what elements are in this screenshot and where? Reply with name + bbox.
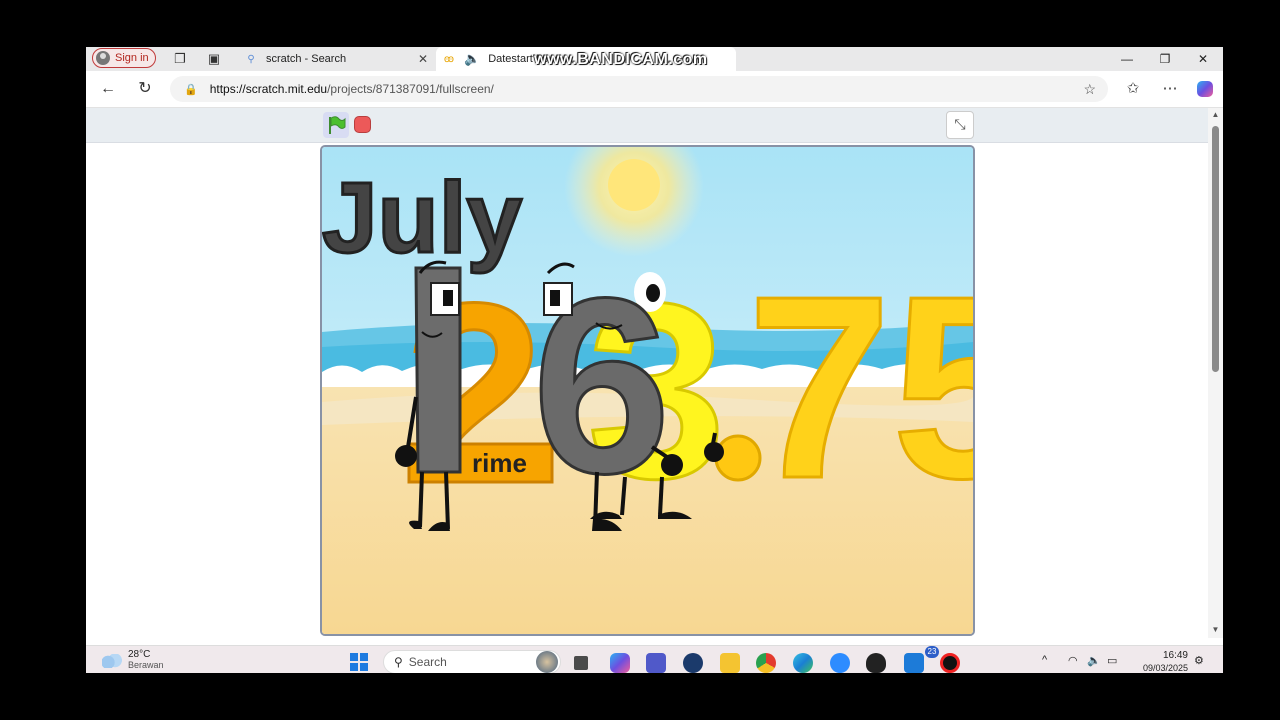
exit-fullscreen-icon[interactable]: ⤡ (946, 111, 974, 139)
url-field[interactable]: 🔒 https://scratch.mit.edu/projects/87138… (170, 76, 1108, 102)
tab-actions-icon[interactable]: ▣ (206, 51, 222, 67)
edge-icon[interactable] (793, 653, 813, 673)
scratch-player-controls: ⤡ (86, 108, 1208, 143)
time: 16:49 (1162, 650, 1188, 661)
windows-taskbar: 28°C Berawan ⚲ Search 23 ^ ◠ 🔈 ▭ 16:49 0… (86, 645, 1223, 673)
green-flag-button[interactable] (323, 112, 349, 138)
teams-icon[interactable] (646, 653, 666, 673)
close-window-icon[interactable]: ✕ (1184, 47, 1222, 71)
mail-icon[interactable] (904, 653, 924, 673)
restore-icon[interactable]: ❐ (1146, 47, 1184, 71)
stop-button[interactable] (354, 116, 371, 133)
mail-badge: 23 (925, 646, 939, 658)
search-icon: ⚲ (394, 655, 403, 669)
volume-icon[interactable]: 🔈 (1087, 654, 1101, 667)
page-scrollbar[interactable]: ▲ ▼ (1208, 108, 1223, 638)
taskbar-search[interactable]: ⚲ Search (383, 650, 561, 673)
sign-in-button[interactable]: Sign in (92, 48, 156, 68)
url-text: https://scratch.mit.edu/projects/8713870… (209, 82, 494, 96)
decimal-digits: 75 (747, 243, 973, 533)
battery-icon[interactable]: ▭ (1107, 654, 1117, 667)
minimize-icon[interactable]: — (1108, 47, 1146, 71)
lock-icon: 🔒 (184, 83, 198, 96)
address-bar-row: ← ↻ 🔒 https://scratch.mit.edu/projects/8… (86, 71, 1223, 108)
profile-icon (96, 51, 110, 65)
weather-widget[interactable]: 28°C Berawan (102, 649, 164, 671)
teamviewer-icon[interactable] (683, 653, 703, 673)
copilot-app-icon[interactable] (610, 653, 630, 673)
clock[interactable]: 16:49 09/03/2025 (1132, 650, 1188, 673)
favorite-star-icon[interactable]: ☆ (1083, 81, 1096, 98)
workspaces-icon[interactable]: ❐ (172, 51, 188, 67)
bandicam-record-icon[interactable] (940, 653, 960, 673)
copilot-icon[interactable] (1194, 79, 1216, 99)
linux-app-icon[interactable] (866, 653, 886, 673)
more-options-icon[interactable]: ⋯ (1159, 79, 1181, 99)
notification-icon[interactable]: ⚙ (1194, 654, 1204, 667)
date: 09/03/2025 (1142, 663, 1188, 673)
windows-start-icon[interactable] (350, 653, 368, 671)
zoom-icon[interactable] (830, 653, 850, 673)
search-placeholder: Search (408, 655, 447, 669)
prime-label: rime (472, 448, 527, 478)
tab-scratch-search[interactable]: ⚲ scratch - Search ✕ (238, 47, 434, 71)
task-view-icon[interactable] (574, 656, 588, 670)
sun-core (608, 159, 660, 211)
desktop-screen: Sign in ❐ ▣ ⚲ scratch - Search ✕ ꙭ 🔈 Dat… (86, 47, 1223, 673)
wifi-icon[interactable]: ◠ (1068, 654, 1078, 667)
month-title: July (322, 162, 522, 274)
speaker-icon[interactable]: 🔈 (464, 51, 480, 67)
decimal-character: 75 (714, 242, 973, 535)
file-explorer-icon[interactable] (720, 653, 740, 673)
chrome-icon[interactable] (756, 653, 776, 673)
scratch-favicon: ꙭ (443, 53, 455, 65)
temperature: 28°C (128, 649, 151, 660)
sign-in-label: Sign in (115, 52, 149, 64)
weather-condition: Berawan (128, 660, 164, 670)
favorites-icon[interactable]: ✩ (1122, 79, 1144, 99)
close-tab-icon[interactable]: ✕ (418, 52, 428, 66)
cloud-icon (102, 654, 122, 668)
tab-strip: Sign in ❐ ▣ ⚲ scratch - Search ✕ ꙭ 🔈 Dat… (86, 47, 1223, 71)
search-highlight-icon (536, 651, 558, 673)
chevron-up-icon[interactable]: ^ (1042, 654, 1047, 666)
scrollbar-thumb[interactable] (1212, 126, 1219, 372)
gray-six-character: 6 (531, 245, 683, 531)
refresh-icon[interactable]: ↻ (134, 79, 156, 99)
bandicam-watermark: www.BANDICAM.com (534, 51, 708, 68)
back-arrow-icon[interactable]: ← (97, 79, 119, 99)
tab-title: scratch - Search (266, 53, 347, 65)
scroll-down-icon[interactable]: ▼ (1210, 625, 1221, 634)
search-icon: ⚲ (247, 53, 255, 65)
scroll-up-icon[interactable]: ▲ (1210, 110, 1221, 119)
scratch-stage[interactable]: 75 3 2 rime July (320, 145, 975, 636)
